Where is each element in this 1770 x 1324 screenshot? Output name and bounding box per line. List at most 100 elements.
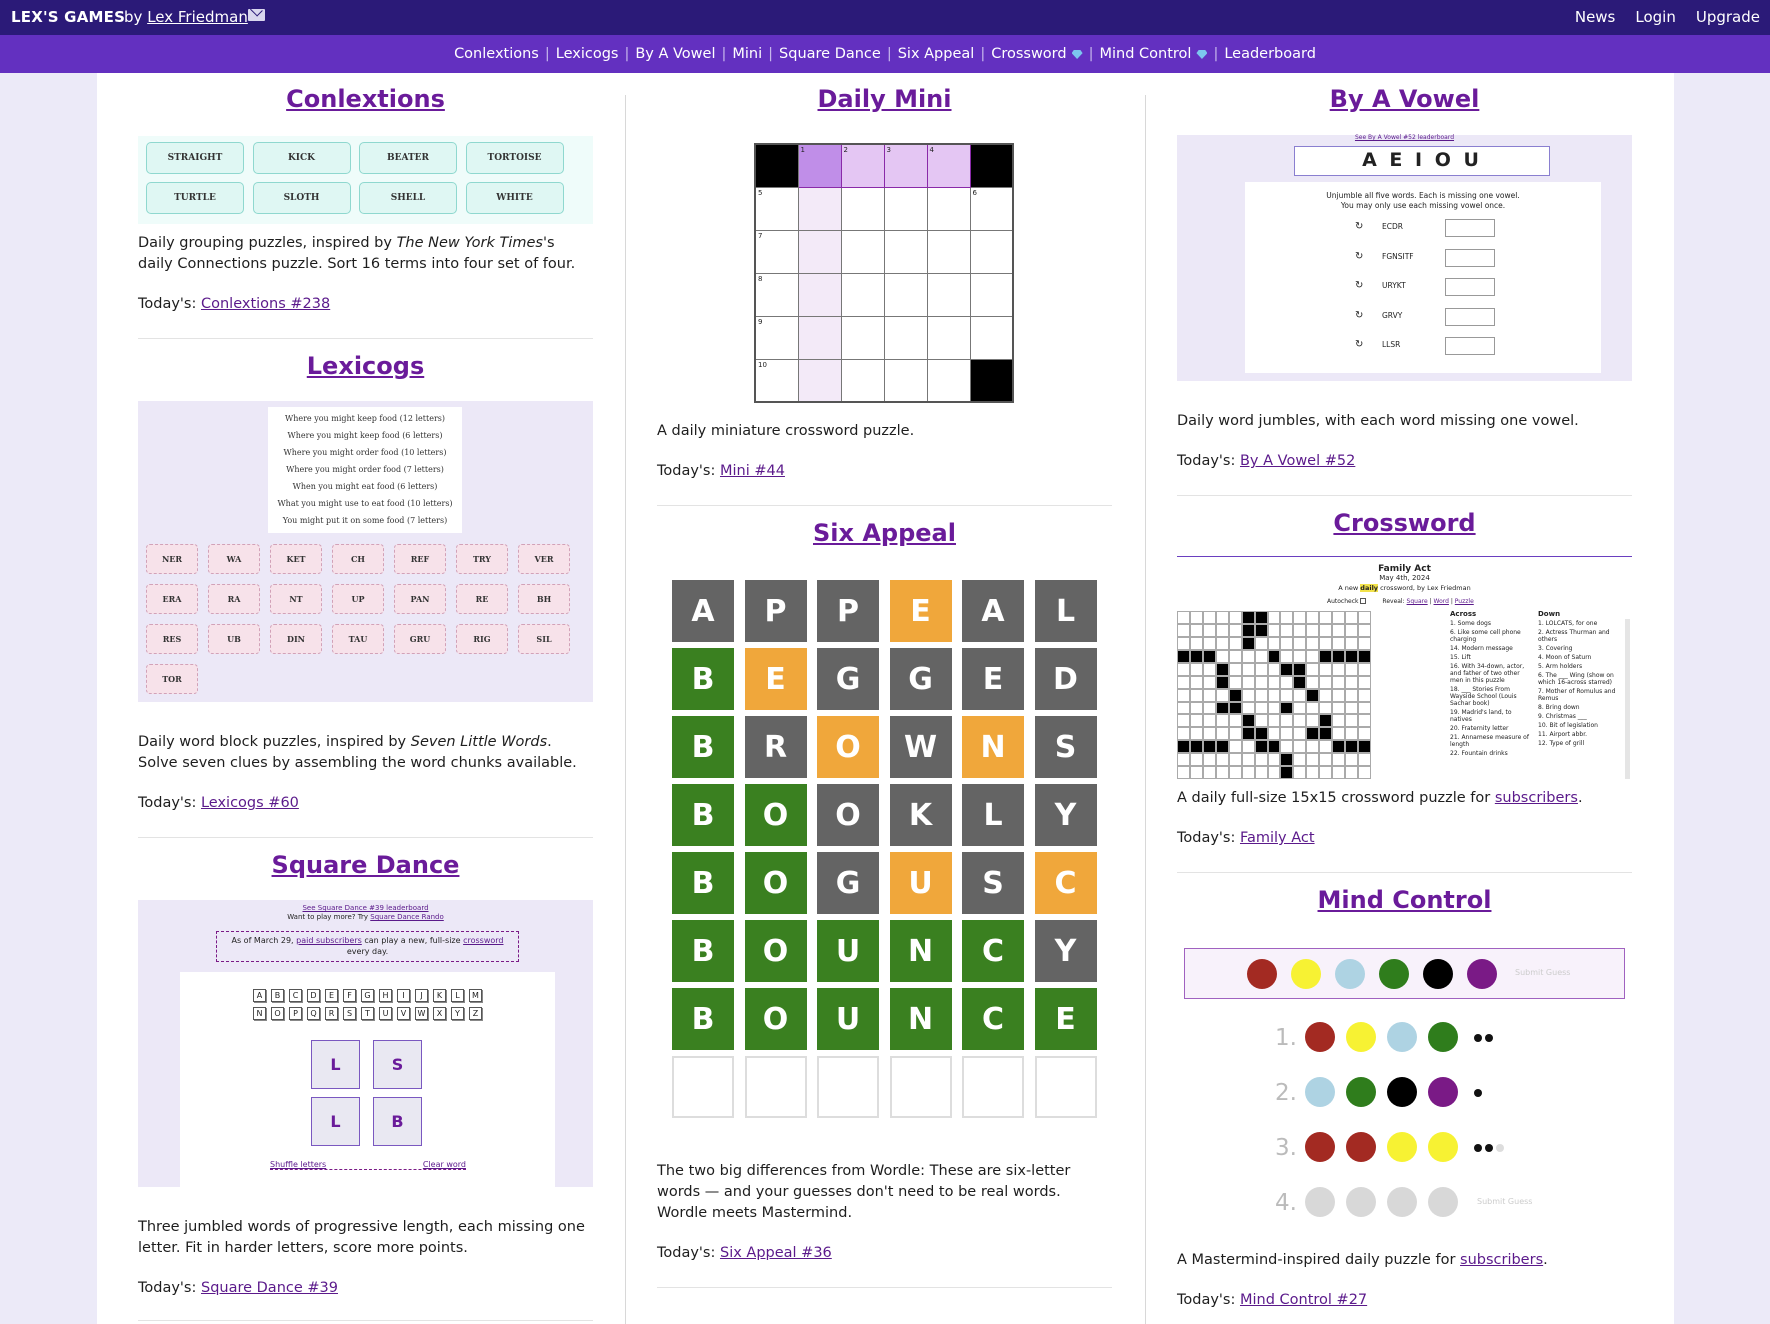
crossword-cell[interactable]: [1332, 688, 1346, 702]
letter-cell[interactable]: B: [672, 648, 734, 710]
crossword-cell[interactable]: [1189, 766, 1203, 780]
crossword-cell[interactable]: [1254, 662, 1268, 676]
down-clue[interactable]: 10. Bit of legislation: [1538, 722, 1624, 729]
across-clue[interactable]: 16. With 34-down, actor, and father of t…: [1450, 663, 1532, 684]
word-chunk[interactable]: DIN: [270, 624, 322, 654]
letter-cell[interactable]: S: [373, 1040, 422, 1089]
crossword-cell[interactable]: [1319, 636, 1333, 650]
crossword-cell[interactable]: [1280, 727, 1294, 741]
letter-key[interactable]: D: [307, 989, 320, 1002]
news-link[interactable]: News: [1575, 8, 1616, 26]
crossword-cell[interactable]: [1189, 675, 1203, 689]
crossword-cell[interactable]: [1254, 740, 1268, 754]
nav-item[interactable]: By A Vowel: [629, 46, 721, 62]
word-chunk[interactable]: VER: [518, 544, 570, 574]
crossword-cell[interactable]: [1202, 727, 1216, 741]
shuffle-icon[interactable]: ↻: [1355, 280, 1363, 291]
crossword-cell[interactable]: [1254, 675, 1268, 689]
down-clue[interactable]: 9. Christmas ___: [1538, 713, 1624, 720]
color-peg[interactable]: [1335, 959, 1365, 989]
mini-cell[interactable]: [840, 186, 885, 231]
letter-cell[interactable]: E: [744, 648, 807, 710]
letter-key[interactable]: P: [289, 1007, 302, 1020]
mini-cell[interactable]: [883, 272, 928, 317]
crossword-cell[interactable]: [1293, 766, 1307, 780]
color-peg[interactable]: [1423, 959, 1453, 989]
crossword-cell[interactable]: [1189, 740, 1203, 754]
crossword-cell[interactable]: [1332, 649, 1346, 663]
crossword-cell[interactable]: [1254, 611, 1268, 624]
down-clue[interactable]: 7. Mother of Romulus and Remus: [1538, 688, 1624, 702]
letter-cell[interactable]: B: [672, 784, 734, 846]
across-clue[interactable]: 20. Fraternity letter: [1450, 725, 1532, 732]
crossword-cell[interactable]: [1293, 714, 1307, 728]
crossword-cell[interactable]: [1358, 662, 1371, 676]
letter-key[interactable]: A: [253, 989, 266, 1002]
across-clue[interactable]: 19. Madrid's land, to natives: [1450, 709, 1532, 723]
nav-item[interactable]: Six Appeal: [892, 46, 981, 62]
submit-guess-button[interactable]: Submit Guess: [1477, 1197, 1532, 1206]
word-chunk[interactable]: KET: [270, 544, 322, 574]
reveal-word-link[interactable]: Word: [1434, 598, 1449, 605]
crossword-cell[interactable]: [1177, 701, 1190, 715]
crossword-cell[interactable]: [1306, 675, 1320, 689]
crossword-cell[interactable]: [1215, 675, 1229, 689]
crossword-cell[interactable]: [1280, 753, 1294, 767]
letter-cell[interactable]: B: [672, 988, 734, 1050]
crossword-cell[interactable]: [1345, 675, 1359, 689]
crossword-link[interactable]: crossword: [463, 936, 503, 945]
letter-cell[interactable]: G: [889, 648, 952, 710]
reveal-puzzle-link[interactable]: Puzzle: [1455, 598, 1474, 605]
letter-key[interactable]: S: [343, 1007, 356, 1020]
letter-key[interactable]: T: [361, 1007, 374, 1020]
across-clue[interactable]: 15. Lift: [1450, 654, 1532, 661]
crossword-cell[interactable]: [1241, 740, 1255, 754]
six-appeal-title[interactable]: Six Appeal: [813, 519, 956, 547]
crossword-cell[interactable]: [1228, 727, 1242, 741]
mind-control-title[interactable]: Mind Control: [1318, 886, 1492, 914]
crossword-cell[interactable]: [1228, 662, 1242, 676]
mini-cell[interactable]: [797, 186, 842, 231]
crossword-cell[interactable]: [1319, 688, 1333, 702]
crossword-cell[interactable]: [1358, 740, 1371, 754]
nav-item[interactable]: Leaderboard: [1218, 46, 1322, 62]
letter-cell[interactable]: U: [817, 988, 879, 1050]
crossword-cell[interactable]: [1228, 714, 1242, 728]
crossword-cell[interactable]: [1332, 714, 1346, 728]
word-chunk[interactable]: SIL: [518, 624, 570, 654]
crossword-cell[interactable]: [1345, 688, 1359, 702]
letter-cell[interactable]: C: [1034, 852, 1097, 914]
word-chunk[interactable]: RES: [146, 624, 198, 654]
word-chunk[interactable]: UP: [332, 584, 384, 614]
letter-cell[interactable]: E: [889, 580, 952, 642]
crossword-cell[interactable]: [1319, 611, 1333, 624]
crossword-cell[interactable]: [1280, 740, 1294, 754]
crossword-cell[interactable]: [1254, 766, 1268, 780]
crossword-cell[interactable]: [1215, 623, 1229, 637]
crossword-cell[interactable]: [1189, 753, 1203, 767]
letter-cell[interactable]: E: [1034, 988, 1097, 1050]
mini-cell[interactable]: [797, 358, 842, 403]
mini-cell[interactable]: 10: [754, 358, 799, 403]
crossword-cell[interactable]: [1215, 688, 1229, 702]
crossword-cell[interactable]: [1254, 636, 1268, 650]
crossword-cell[interactable]: [1306, 753, 1320, 767]
letter-cell[interactable]: N: [889, 988, 952, 1050]
letter-cell[interactable]: G: [817, 648, 879, 710]
across-clue[interactable]: 1. Some dogs: [1450, 620, 1532, 627]
crossword-cell[interactable]: [1228, 636, 1242, 650]
word-chunk[interactable]: TRY: [456, 544, 508, 574]
down-clue[interactable]: 12. Type of grill: [1538, 740, 1624, 747]
color-peg[interactable]: [1379, 959, 1409, 989]
letter-cell[interactable]: K: [889, 784, 952, 846]
color-peg[interactable]: [1291, 959, 1321, 989]
by-a-vowel-leaderboard-link[interactable]: See By A Vowel #52 leaderboard: [1355, 134, 1454, 141]
letter-cell[interactable]: S: [962, 852, 1024, 914]
letter-cell[interactable]: N: [889, 920, 952, 982]
crossword-cell[interactable]: [1254, 649, 1268, 663]
letter-key[interactable]: Y: [451, 1007, 464, 1020]
mini-cell[interactable]: 8: [754, 272, 799, 317]
nav-item[interactable]: Lexicogs: [550, 46, 625, 62]
by-a-vowel-title[interactable]: By A Vowel: [1330, 85, 1480, 113]
crossword-cell[interactable]: [1189, 611, 1203, 624]
